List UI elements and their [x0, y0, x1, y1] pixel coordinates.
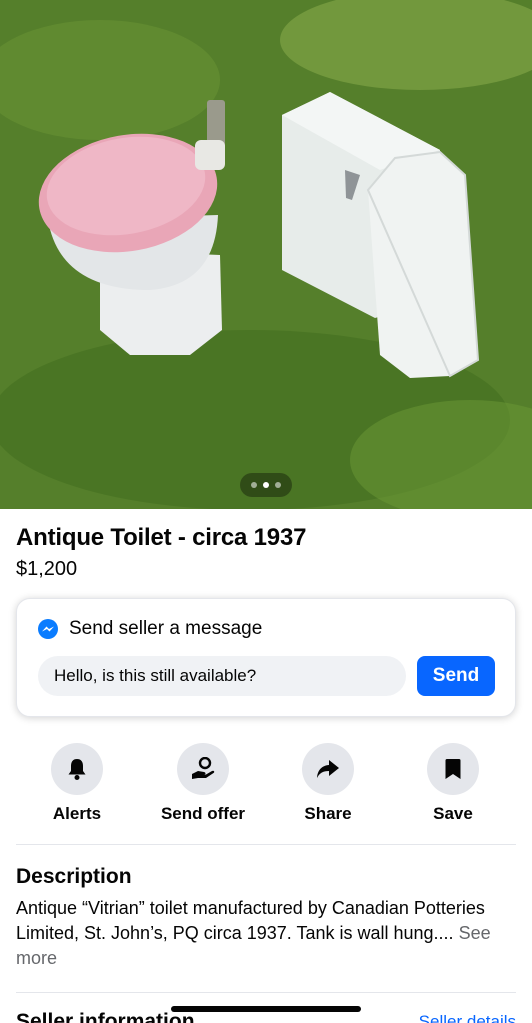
share-button[interactable]: Share: [273, 743, 383, 824]
alerts-icon-circle: [51, 743, 103, 795]
listing-photo[interactable]: [0, 0, 532, 509]
save-button[interactable]: Save: [398, 743, 508, 824]
carousel-dot-active: [263, 482, 269, 488]
bell-icon: [68, 759, 86, 780]
send-offer-icon-circle: [177, 743, 229, 795]
send-offer-button[interactable]: Send offer: [148, 743, 258, 824]
message-header: Send seller a message: [37, 618, 262, 640]
photo-illustration: [0, 0, 532, 509]
alerts-label: Alerts: [52, 804, 102, 823]
carousel-dot: [251, 482, 257, 488]
message-header-label: Send seller a message: [69, 618, 263, 639]
message-input[interactable]: Hello, is this still available?: [38, 656, 406, 696]
seller-details-link[interactable]: Seller details: [419, 1012, 516, 1023]
bookmark-icon: [445, 759, 461, 779]
description-heading: Description: [16, 865, 132, 888]
description-text: Antique “Vitrian” toilet manufactured by…: [16, 898, 485, 943]
listing-price: $1,200: [16, 558, 78, 580]
send-button[interactable]: Send: [417, 656, 495, 696]
home-indicator[interactable]: [171, 1006, 361, 1012]
action-bar: Alerts Send offer Share Save: [16, 743, 516, 833]
offer-icon: [192, 757, 215, 779]
messenger-icon: [38, 619, 58, 639]
carousel-indicator[interactable]: [240, 473, 292, 497]
description-text-block: Antique “Vitrian” toilet manufactured by…: [16, 896, 520, 971]
send-offer-label: Send offer: [160, 804, 246, 823]
share-icon-circle: [302, 743, 354, 795]
alerts-button[interactable]: Alerts: [22, 743, 132, 824]
listing-title: Antique Toilet - circa 1937: [16, 524, 307, 551]
message-input-value: Hello, is this still available?: [54, 666, 257, 685]
seller-info-heading: Seller information: [16, 1010, 195, 1023]
share-icon: [317, 760, 339, 778]
carousel-dot: [275, 482, 281, 488]
save-icon-circle: [427, 743, 479, 795]
section-divider: [16, 844, 516, 845]
share-label: Share: [304, 804, 352, 823]
save-label: Save: [433, 804, 473, 823]
send-message-card: Send seller a message Hello, is this sti…: [16, 598, 516, 717]
section-divider: [16, 992, 516, 993]
